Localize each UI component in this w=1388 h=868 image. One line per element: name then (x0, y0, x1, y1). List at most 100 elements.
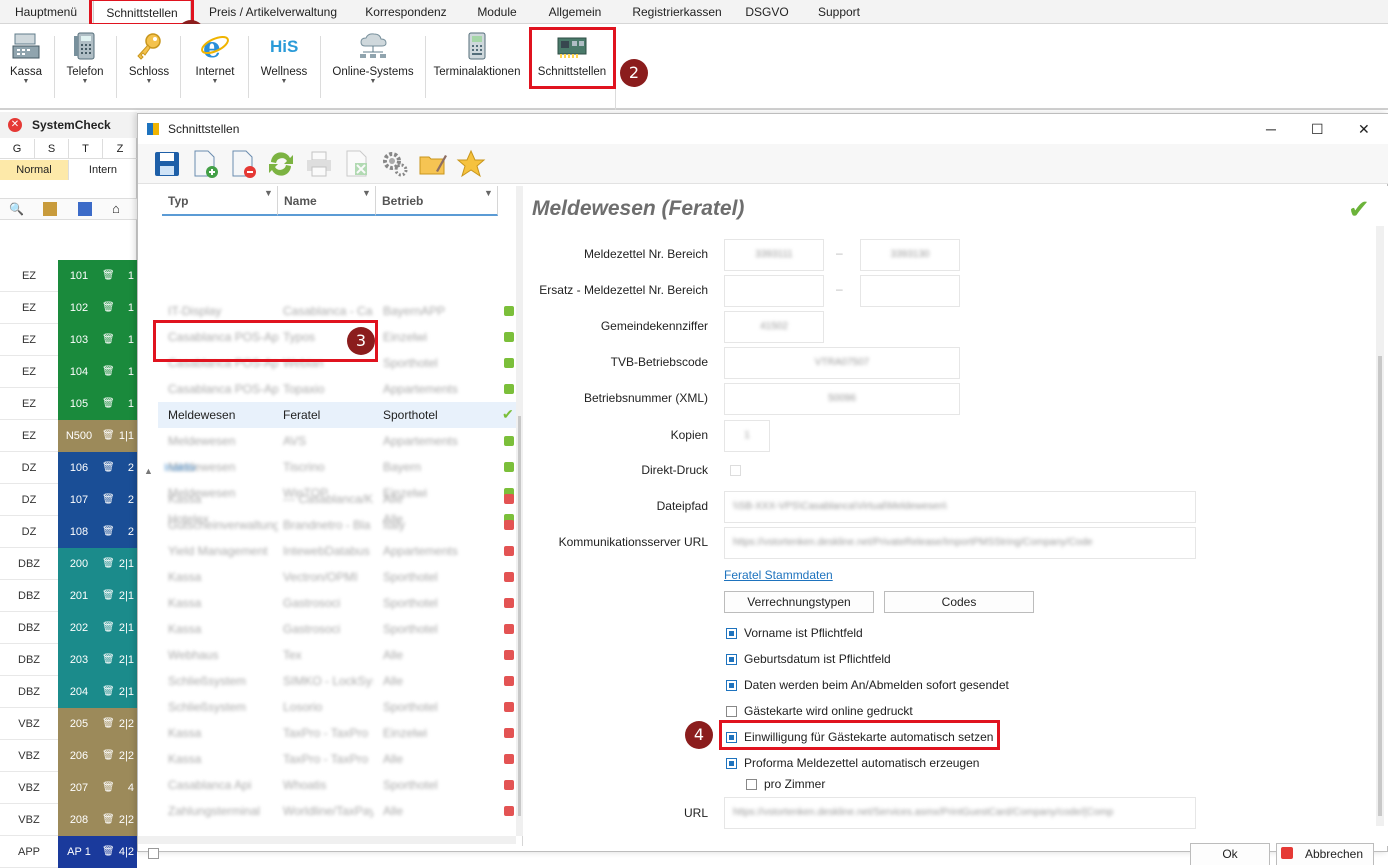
table-row[interactable]: Casablanca POS-Api Topaxio Appartements (162, 376, 518, 402)
room-cell[interactable]: 205 🗑 2|2 (58, 708, 137, 740)
table-row[interactable]: Kassa Vectron/OPMI Sporthotel (162, 564, 518, 590)
ribbon-button-telefon[interactable]: Telefon ▼ (60, 30, 110, 108)
table-row[interactable]: Kassa TaxPro - TaxPro Einzelwi (162, 720, 518, 746)
link-feratel-stammdaten[interactable]: Feratel Stammdaten (724, 568, 833, 582)
room-cell[interactable]: 203 🗑 2|1 (58, 644, 137, 676)
room-cell[interactable]: 105 🗑 1 (58, 388, 137, 420)
room-cell[interactable]: 108 🗑 2 (58, 516, 137, 548)
menu-tab-dsgvo[interactable]: DSGVO (738, 0, 796, 24)
room-row[interactable]: EZ 104 🗑 1 (0, 356, 137, 388)
menu-tab-preis-artikel[interactable]: Preis / Artikelverwaltung (196, 0, 350, 24)
menu-tab-korrespondenz[interactable]: Korrespondenz (358, 0, 454, 24)
verrechnungstypen-button[interactable]: Verrechnungstypen (724, 591, 874, 613)
room-row[interactable]: DZ 108 🗑 2 (0, 516, 137, 548)
table-row[interactable]: Schließsystem SIMKO - LockSyst Alle (162, 668, 518, 694)
table-row[interactable]: Casablanca Api Whoatis Sporthotel (162, 772, 518, 798)
room-cell[interactable]: 208 🗑 2|2 (58, 804, 137, 836)
col-g[interactable]: G (0, 139, 34, 159)
settings-icon[interactable] (380, 149, 410, 179)
menu-tab-registrierkassen[interactable]: Registrierkassen (622, 0, 732, 24)
room-row[interactable]: EZ N500 🗑 1|1 (0, 420, 137, 452)
table-row-selected[interactable]: Meldewesen Feratel Sporthotel ✔ (162, 402, 518, 428)
print-icon[interactable] (304, 149, 334, 179)
ribbon-button-terminalaktionen[interactable]: Terminalaktionen (430, 30, 524, 108)
checkin-icon[interactable] (43, 202, 57, 216)
grid-hscrollbar[interactable] (138, 836, 516, 844)
input-gemeindekennziffer[interactable]: 41502 (724, 311, 824, 343)
menu-tab-hauptmenue[interactable]: Hauptmenü (0, 0, 92, 24)
room-cell[interactable]: N500 🗑 1|1 (58, 420, 137, 452)
room-row[interactable]: VBZ 206 🗑 2|2 (0, 740, 137, 772)
checkbox-5[interactable] (726, 758, 737, 769)
checkbox-direkt-druck[interactable] (730, 465, 741, 476)
table-row[interactable]: Webhaus Tex Alle (162, 642, 518, 668)
input-ersatz-to[interactable] (860, 275, 960, 307)
table-row[interactable]: Kassa --- Casablanca/Ka Alle (162, 486, 518, 512)
filter-icon[interactable]: ▼ (264, 188, 273, 198)
table-row[interactable]: IT-Display Casablanca - Cas BayernAPP (162, 298, 518, 324)
table-row[interactable]: Schließsystem Losorio Sporthotel (162, 694, 518, 720)
checkbox-4[interactable] (726, 732, 737, 743)
room-row[interactable]: VBZ 207 🗑 4 (0, 772, 137, 804)
ribbon-button-online-systems[interactable]: Online-Systems ▼ (328, 30, 418, 108)
room-row[interactable]: EZ 103 🗑 1 (0, 324, 137, 356)
col-z[interactable]: Z (102, 139, 137, 159)
checkbox-1[interactable] (726, 654, 737, 665)
table-row[interactable]: Casablanca POS-Api Typos Einzelwi (162, 324, 518, 350)
room-row[interactable]: DBZ 204 🗑 2|1 (0, 676, 137, 708)
ribbon-button-schnittstellen[interactable]: Schnittstellen (532, 30, 612, 108)
room-cell[interactable]: 207 🗑 4 (58, 772, 137, 804)
room-cell[interactable]: 202 🗑 2|1 (58, 612, 137, 644)
room-cell[interactable]: 106 🗑 2 (58, 452, 137, 484)
room-row[interactable]: EZ 105 🗑 1 (0, 388, 137, 420)
new-document-icon[interactable] (190, 149, 220, 179)
room-row[interactable]: DBZ 200 🗑 2|1 (0, 548, 137, 580)
column-header-typ[interactable]: Typ (162, 186, 278, 216)
table-row[interactable]: Meldewesen Tiscrino Bayern (162, 454, 518, 480)
input-kommunikationsserver-url[interactable]: https://vstortenken.deskline.net/Private… (724, 527, 1196, 559)
room-row[interactable]: APP AP 1 🗑 4|2 (0, 836, 137, 868)
room-row[interactable]: DBZ 201 🗑 2|1 (0, 580, 137, 612)
close-icon[interactable]: ✕ (1358, 114, 1370, 144)
collapse-group-icon[interactable]: ▲ (144, 466, 153, 476)
room-row[interactable]: DBZ 203 🗑 2|1 (0, 644, 137, 676)
table-row[interactable]: Zahlungsterminal Worldline/TaxPay Alle (162, 798, 518, 824)
input-tvb-betriebscode[interactable]: VTRA07507 (724, 347, 960, 379)
save-icon[interactable] (152, 149, 182, 179)
room-row[interactable]: DZ 107 🗑 2 (0, 484, 137, 516)
menu-tab-support[interactable]: Support (806, 0, 872, 24)
filter-icon[interactable]: ▼ (484, 188, 493, 198)
grid-scroll-thumb[interactable] (518, 416, 521, 816)
room-cell[interactable]: 103 🗑 1 (58, 324, 137, 356)
room-row[interactable]: DBZ 202 🗑 2|1 (0, 612, 137, 644)
room-cell[interactable]: AP 1 🗑 4|2 (58, 836, 137, 868)
room-cell[interactable]: 200 🗑 2|1 (58, 548, 137, 580)
room-cell[interactable]: 206 🗑 2|2 (58, 740, 137, 772)
room-row[interactable]: DZ 106 🗑 2 (0, 452, 137, 484)
room-cell[interactable]: 104 🗑 1 (58, 356, 137, 388)
table-row[interactable]: Kassa TaxPro - TaxPro Alle (162, 746, 518, 772)
input-betriebsnummer[interactable]: 50096 (724, 383, 960, 415)
col-t[interactable]: T (68, 139, 102, 159)
refresh-icon[interactable] (266, 149, 296, 179)
minimize-icon[interactable]: ─ (1266, 114, 1276, 144)
room-cell[interactable]: 204 🗑 2|1 (58, 676, 137, 708)
table-row[interactable]: Yield Management IntewebDatabus Appartemen… (162, 538, 518, 564)
column-header-betrieb[interactable]: Betrieb (376, 186, 498, 216)
checkbox-3[interactable] (726, 706, 737, 717)
home-icon[interactable]: ⌂ (112, 201, 120, 216)
mode-intern-tab[interactable]: Intern (68, 160, 137, 180)
table-row[interactable]: Kassa Gastrosoci Sporthotel (162, 616, 518, 642)
ribbon-button-internet[interactable]: e Internet ▼ (190, 30, 240, 108)
mode-normal-tab[interactable]: Normal (0, 160, 68, 180)
form-scroll-thumb[interactable] (1378, 356, 1382, 816)
input-mz-from[interactable]: 3393111 (724, 239, 824, 271)
room-cell[interactable]: 201 🗑 2|1 (58, 580, 137, 612)
room-cell[interactable]: 107 🗑 2 (58, 484, 137, 516)
table-row[interactable]: Gutscheinverwaltung Brandnetro - Bla Italy (162, 512, 518, 538)
filter-icon[interactable]: ▼ (362, 188, 371, 198)
table-row[interactable]: Kassa Gastrosoci Sporthotel (162, 590, 518, 616)
input-mz-to[interactable]: 3393130 (860, 239, 960, 271)
codes-button[interactable]: Codes (884, 591, 1034, 613)
table-row[interactable]: Casablanca POS-Api Webian Sporthotel (162, 350, 518, 376)
